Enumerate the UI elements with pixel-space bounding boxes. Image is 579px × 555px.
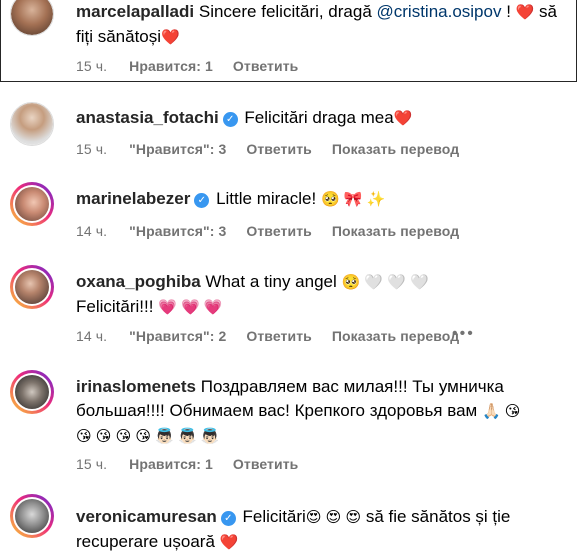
avatar[interactable] [10, 370, 54, 414]
comment-time[interactable]: 14 ч. [76, 223, 107, 239]
more-options-icon[interactable]: ••• [452, 325, 475, 343]
heart-emoji: ❤️ [219, 534, 239, 551]
comment-username[interactable]: anastasia_fotachi [76, 108, 219, 127]
emoji-group: 😘 😘 😘 😘 👼🏻 👼🏻 👼🏻 [76, 428, 220, 445]
avatar[interactable] [10, 102, 54, 146]
reply-button[interactable]: Ответить [233, 58, 299, 74]
reply-button[interactable]: Ответить [246, 328, 312, 344]
heart-emoji: ❤️ [515, 4, 535, 21]
likes-count[interactable]: "Нравится": 2 [129, 328, 226, 344]
comment-time[interactable]: 15 ч. [76, 58, 107, 74]
comment-username[interactable]: marinelabezer [76, 189, 190, 208]
translate-button[interactable]: Показать перевод [332, 141, 459, 157]
emoji-group: 🥺 🎀 ✨ [320, 191, 386, 208]
translate-button[interactable]: Показать перевод [332, 223, 459, 239]
comment-time[interactable]: 15 ч. [76, 141, 107, 157]
emoji-group: 🙏🏻 😘 [481, 403, 521, 420]
verified-badge-icon: ✓ [222, 112, 238, 127]
emoji-group: 🥺 🤍 🤍 🤍 [341, 274, 429, 291]
likes-count[interactable]: Нравится: 1 [129, 58, 213, 74]
comment-username[interactable]: oxana_poghiba [76, 272, 201, 291]
comment-meta: 14 ч. "Нравится": 2 Ответить Показать пе… [76, 328, 475, 344]
comment-text: irinaslomenets Поздравляем вас милая!!! … [76, 377, 521, 445]
comment-username[interactable]: veronicamuresan [76, 507, 217, 526]
comment-text: veronicamuresan ✓ Felicitări😍 😍 😍 să fie … [76, 507, 511, 551]
comment-username[interactable]: marcelapalladi [76, 2, 194, 21]
avatar[interactable] [10, 182, 54, 226]
avatar[interactable] [10, 265, 54, 309]
verified-badge-icon: ✓ [194, 193, 210, 208]
comment-meta: 15 ч. Нравится: 1 Ответить [76, 58, 314, 74]
pink-heart-emojis: 💗 💗 💗 [158, 299, 223, 316]
avatar[interactable] [10, 494, 54, 538]
reply-button[interactable]: Ответить [233, 456, 299, 472]
reply-button[interactable]: Ответить [246, 141, 312, 157]
heart-emoji: ❤️ [393, 110, 413, 127]
comment-text: oxana_poghiba What a tiny angel 🥺 🤍 🤍 🤍 … [76, 272, 429, 316]
reply-button[interactable]: Ответить [246, 223, 312, 239]
heart-emoji: ❤️ [161, 29, 180, 46]
comment-text: marinelabezer ✓ Little miracle! 🥺 🎀 ✨ [76, 189, 386, 208]
emoji-group: 😍 😍 😍 [305, 509, 362, 526]
comment-meta: 14 ч. "Нравится": 3 Ответить Показать пе… [76, 223, 475, 239]
likes-count[interactable]: "Нравится": 3 [129, 223, 226, 239]
comment-meta: 15 ч. Нравится: 1 Ответить [76, 456, 314, 472]
comment-text: marcelapalladi Sincere felicitări, dragă… [76, 2, 558, 46]
comment-text: anastasia_fotachi ✓ Felicitări draga mea❤… [76, 108, 413, 127]
verified-badge-icon: ✓ [220, 511, 236, 526]
comment-username[interactable]: irinaslomenets [76, 377, 196, 396]
translate-button[interactable]: Показать перевод [332, 328, 459, 344]
comment-time[interactable]: 14 ч. [76, 328, 107, 344]
likes-count[interactable]: Нравится: 1 [129, 456, 213, 472]
mention-link[interactable]: @cristina.osipov [377, 2, 502, 21]
comment-meta: 15 ч. "Нравится": 3 Ответить Показать пе… [76, 141, 475, 157]
likes-count[interactable]: "Нравится": 3 [129, 141, 226, 157]
comment-time[interactable]: 15 ч. [76, 456, 107, 472]
